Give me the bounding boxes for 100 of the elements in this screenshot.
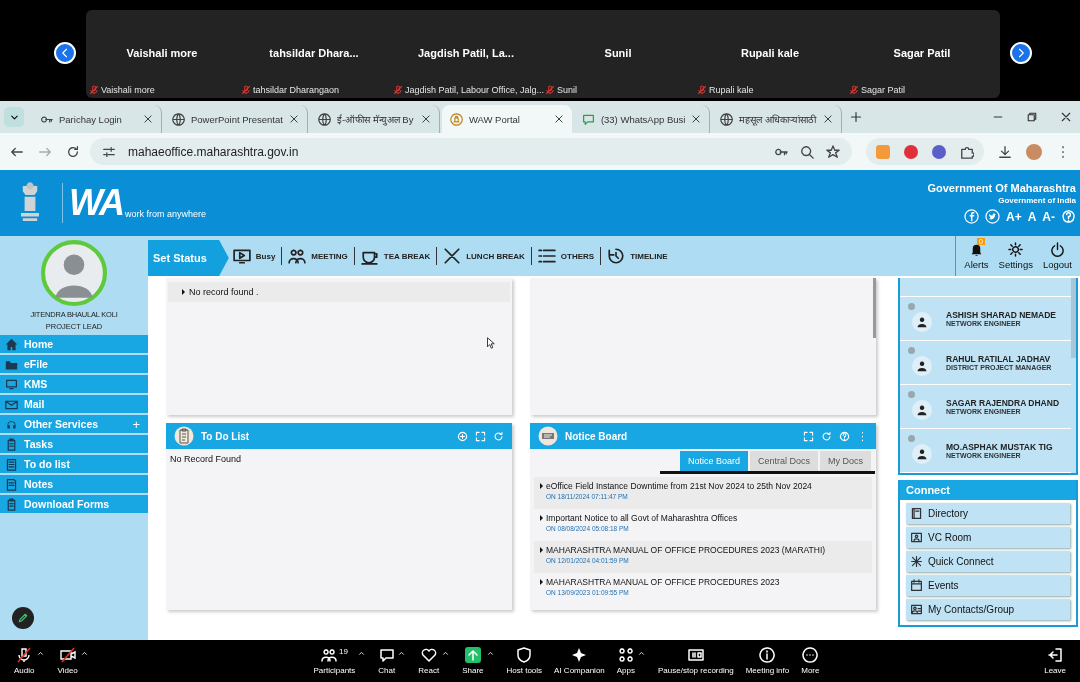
caret-icon[interactable] bbox=[357, 649, 367, 658]
caret-icon[interactable] bbox=[36, 649, 46, 658]
scrollbar[interactable] bbox=[1071, 278, 1076, 358]
participant-name: tahsildar Dhara... bbox=[268, 47, 360, 59]
status-option[interactable]: LUNCH BREAK bbox=[443, 247, 525, 265]
caret-icon[interactable] bbox=[485, 649, 495, 658]
settings-icon bbox=[1008, 242, 1024, 257]
help-icon[interactable] bbox=[839, 430, 850, 442]
bookmark-icon[interactable] bbox=[826, 144, 840, 159]
participant-label: Jagdish Patil, Labour Office, Jalg... bbox=[405, 85, 544, 95]
close-icon[interactable] bbox=[1060, 111, 1072, 123]
caret-icon[interactable] bbox=[637, 649, 646, 658]
meeting-control[interactable]: Share bbox=[462, 647, 484, 675]
download-icon[interactable] bbox=[998, 144, 1012, 159]
emblem-icon bbox=[449, 112, 463, 126]
help-icon[interactable] bbox=[1061, 209, 1076, 224]
close-icon[interactable] bbox=[143, 114, 153, 124]
participant-name: Sagar Patil bbox=[892, 47, 952, 59]
zoom-icon[interactable] bbox=[800, 144, 814, 159]
notice-link[interactable]: eOffice Field Instance Downtime from 21st Nov 2024 to 25th Nov 2024 bbox=[546, 481, 812, 491]
meeting-control[interactable]: AI Companion bbox=[554, 647, 605, 675]
expand-icon[interactable] bbox=[803, 430, 814, 442]
meeting-control[interactable]: Pause/stop recording bbox=[658, 647, 734, 675]
meeting-control[interactable]: Apps bbox=[616, 647, 635, 675]
connect-button[interactable]: VC Room bbox=[906, 527, 1070, 548]
meeting-control[interactable]: Audio bbox=[14, 647, 35, 675]
person-icon bbox=[916, 359, 928, 372]
add-icon[interactable] bbox=[457, 430, 468, 442]
close-icon[interactable] bbox=[823, 114, 834, 124]
facebook-icon[interactable] bbox=[963, 209, 979, 224]
connect-button[interactable]: Quick Connect bbox=[906, 551, 1070, 572]
set-status-label: Set Status bbox=[148, 240, 229, 276]
caret-icon[interactable] bbox=[441, 649, 451, 658]
next-page-button[interactable] bbox=[1010, 42, 1032, 64]
list-icon bbox=[537, 247, 556, 265]
monitor-icon bbox=[232, 247, 251, 265]
tab-title: महसूल अधिकाऱ्यांसाठी bbox=[739, 112, 818, 126]
status-option[interactable]: OTHERS bbox=[537, 247, 595, 265]
toolbar-action[interactable]: Logout bbox=[1042, 242, 1072, 270]
status-option[interactable]: TIMELINE bbox=[607, 247, 668, 265]
calendar-icon bbox=[910, 579, 923, 592]
participant-name: Vaishali more bbox=[125, 47, 199, 59]
heart-icon bbox=[420, 647, 437, 663]
new-tab-icon[interactable] bbox=[850, 111, 863, 123]
meeting-control[interactable]: Meeting info bbox=[745, 647, 790, 675]
status-option[interactable]: MEETING bbox=[288, 247, 348, 265]
font-size-button[interactable]: A+ bbox=[1005, 209, 1022, 224]
apps-icon bbox=[617, 647, 634, 663]
house-icon bbox=[5, 337, 18, 351]
chat-icon bbox=[378, 647, 395, 663]
tab-search-button[interactable] bbox=[4, 107, 24, 127]
refresh-icon[interactable] bbox=[66, 144, 80, 159]
restore-icon[interactable] bbox=[1026, 111, 1038, 123]
connect-button[interactable]: Events bbox=[906, 575, 1070, 596]
extension-icon[interactable] bbox=[904, 144, 918, 159]
extensions-icon[interactable] bbox=[960, 144, 974, 159]
url-text: mahaeoffice.maharashtra.gov.in bbox=[128, 144, 299, 159]
status-option[interactable]: Busy bbox=[232, 247, 276, 265]
info-icon bbox=[759, 647, 776, 663]
previous-page-button[interactable] bbox=[54, 42, 76, 64]
close-icon[interactable] bbox=[420, 114, 431, 124]
person-icon bbox=[916, 403, 928, 416]
notice-link[interactable]: MAHARASHTRA MANUAL OF OFFICE PROCEDURES 2023 bbox=[546, 577, 780, 587]
exit-icon bbox=[1047, 647, 1064, 663]
twitter-icon[interactable] bbox=[984, 209, 1000, 224]
participant-label: tahsildar Dharangaon bbox=[253, 85, 340, 95]
notice-link[interactable]: Important Notice to all Govt of Maharashtra Offices bbox=[546, 513, 738, 523]
status-option[interactable]: TEA BREAK bbox=[360, 247, 431, 265]
meeting-control[interactable]: 19 Participants bbox=[313, 647, 356, 675]
meeting-control[interactable]: More bbox=[801, 647, 820, 675]
connect-button[interactable]: My Contacts/Group bbox=[906, 599, 1070, 620]
status-dot bbox=[908, 435, 915, 442]
font-size-button[interactable]: A bbox=[1027, 209, 1037, 224]
font-size-button[interactable]: A- bbox=[1042, 209, 1055, 224]
meeting-control[interactable]: React bbox=[418, 647, 440, 675]
close-icon[interactable] bbox=[553, 114, 564, 124]
close-icon[interactable] bbox=[691, 114, 702, 124]
pause-stop-icon bbox=[687, 647, 704, 663]
notice-tab[interactable]: Central Docs bbox=[749, 451, 818, 471]
empty-message: No Record Found bbox=[169, 453, 243, 466]
notice-tab[interactable]: My Docs bbox=[820, 451, 871, 471]
edit-button[interactable] bbox=[12, 607, 34, 629]
caret-icon[interactable] bbox=[397, 649, 407, 658]
close-icon[interactable] bbox=[288, 114, 299, 124]
meeting-control[interactable]: Host tools bbox=[506, 647, 543, 675]
participant-name: Jagdish Patil, La... bbox=[417, 47, 515, 59]
connect-button[interactable]: Directory bbox=[906, 503, 1070, 524]
meeting-control[interactable]: Chat bbox=[378, 647, 396, 675]
address-bar[interactable]: mahaeoffice.maharashtra.gov.in bbox=[90, 138, 852, 165]
meeting-control[interactable]: Leave bbox=[1044, 647, 1066, 675]
meeting-control[interactable]: Video bbox=[57, 647, 78, 675]
toolbar-action[interactable]: Settings bbox=[998, 242, 1033, 270]
extension-icon[interactable] bbox=[932, 144, 946, 159]
browser-tab[interactable]: WAW Portal bbox=[441, 105, 572, 133]
organization-subtitle: Government of India bbox=[998, 196, 1076, 205]
caret-icon[interactable] bbox=[79, 649, 89, 658]
expand-icon[interactable] bbox=[475, 430, 486, 442]
profile-avatar-icon[interactable] bbox=[1026, 143, 1042, 160]
empty-message: No record found . bbox=[189, 287, 259, 297]
notice-link[interactable]: MAHARASHTRA MANUAL OF OFFICE PROCEDURES 2023 (MARATHI) bbox=[546, 545, 826, 555]
